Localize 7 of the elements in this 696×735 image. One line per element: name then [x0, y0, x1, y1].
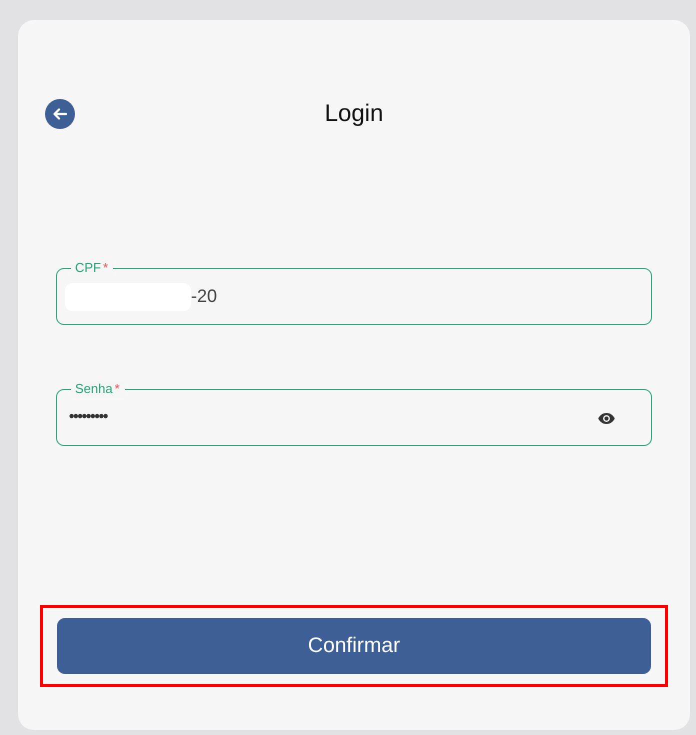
confirm-button[interactable]: Confirmar	[57, 618, 651, 674]
arrow-left-icon	[53, 108, 67, 120]
page-title: Login	[324, 99, 384, 129]
eye-icon[interactable]	[598, 413, 615, 424]
field-value: •••••••••	[68, 407, 108, 428]
field-value: -20	[191, 285, 218, 308]
back-button[interactable]	[45, 99, 75, 129]
